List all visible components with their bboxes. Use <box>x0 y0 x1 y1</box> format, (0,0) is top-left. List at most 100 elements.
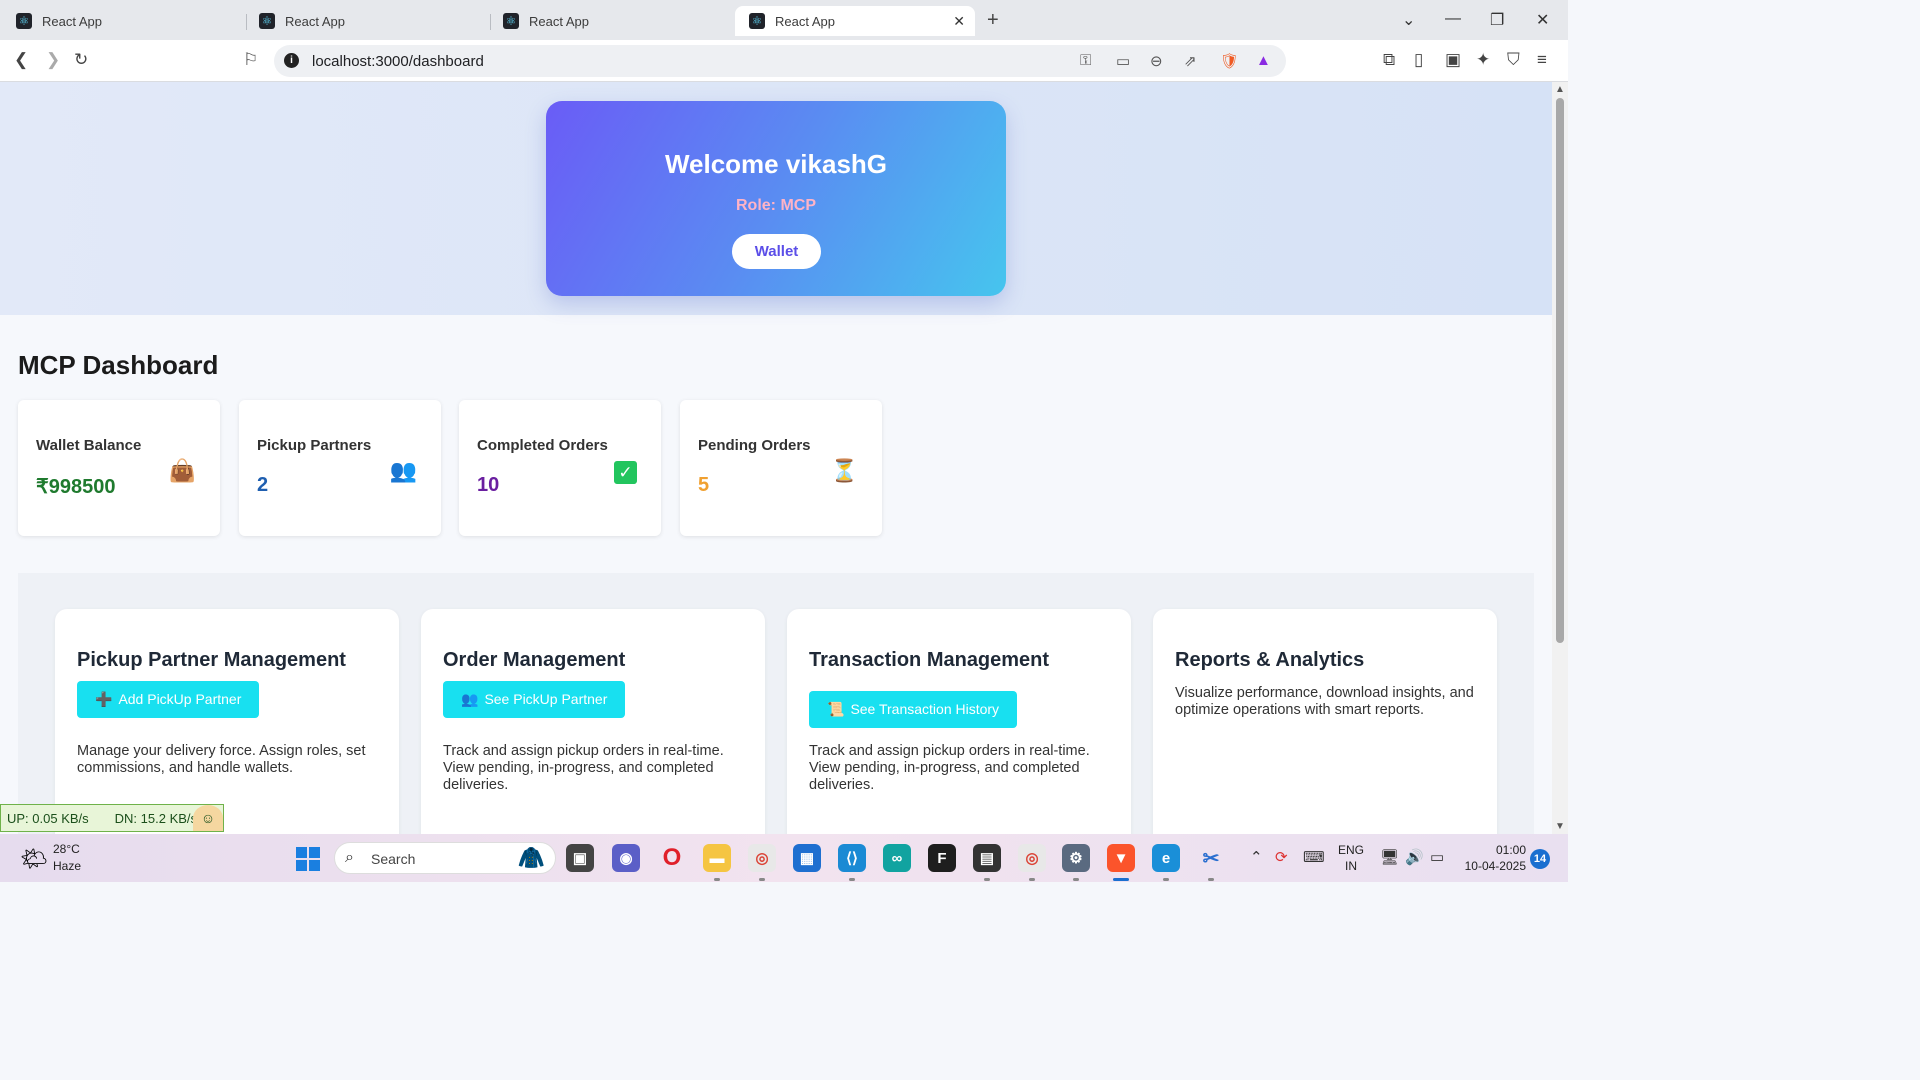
restore-button[interactable]: ❐ <box>1490 10 1504 30</box>
stat-label: Wallet Balance <box>36 437 142 454</box>
hero-banner: Welcome vikashG Role: MCP Wallet <box>0 82 1552 315</box>
hourglass-icon: ⏳ <box>830 458 858 483</box>
button-label: Add PickUp Partner <box>118 691 242 707</box>
role-label: Role: MCP <box>736 197 816 214</box>
react-logo-icon: ⚛ <box>503 13 519 29</box>
wallet-icon[interactable]: ▣ <box>1445 50 1461 70</box>
add-pickup-partner-button[interactable]: ➕ Add PickUp Partner <box>77 681 260 718</box>
stat-value: ₹998500 <box>36 476 116 498</box>
url-text[interactable]: localhost:3000/dashboard <box>312 53 484 70</box>
sync-icon[interactable]: ⟳ <box>1275 848 1288 866</box>
wallet-button[interactable]: Wallet <box>732 234 821 269</box>
reload-icon[interactable]: ↻ <box>74 50 88 70</box>
start-button[interactable] <box>296 847 320 871</box>
tab-title: React App <box>529 13 589 29</box>
card-description: Track and assign pickup orders in real-t… <box>443 743 724 793</box>
volume-icon[interactable]: 🔊 <box>1405 848 1424 866</box>
weather-condition[interactable]: Haze <box>53 859 81 873</box>
running-indicator <box>984 878 990 881</box>
extensions-icon[interactable]: ⧉ <box>1383 50 1395 70</box>
network-monitor-widget: UP: 0.05 KB/s DN: 15.2 KB/s ☺ <box>0 804 224 832</box>
language-indicator[interactable]: ENG IN <box>1338 842 1364 874</box>
card-title: Order Management <box>443 649 626 671</box>
chrome-icon[interactable]: ◎ <box>748 844 776 872</box>
card-description: Visualize performance, download insights… <box>1175 685 1474 718</box>
stat-value: 2 <box>257 474 269 496</box>
chevron-up-icon[interactable]: ⌃ <box>1250 848 1263 866</box>
weather-temperature[interactable]: 28°C <box>53 842 80 856</box>
edge-icon[interactable]: e <box>1152 844 1180 872</box>
browser-tab-strip: ⚛ React App ⚛ React App ⚛ React App ⚛ Re… <box>0 0 1568 40</box>
clock-time: 01:00 <box>1495 843 1526 857</box>
network-icon[interactable]: 🖥 <box>1380 848 1399 866</box>
browser-tab[interactable]: ⚛ React App <box>245 6 485 36</box>
react-logo-icon: ⚛ <box>16 13 32 29</box>
page-title: MCP Dashboard <box>18 350 219 380</box>
stat-label: Pending Orders <box>698 437 811 454</box>
key-icon[interactable]: ⚿ <box>1080 52 1091 69</box>
app-icon[interactable]: ▤ <box>973 844 1001 872</box>
weather-haze-icon[interactable]: 🌤 <box>20 846 48 872</box>
brave-icon[interactable]: ▼ <box>1107 844 1135 872</box>
share-icon[interactable]: ⇗ <box>1184 52 1197 70</box>
running-indicator <box>849 878 855 881</box>
vscode-icon[interactable]: ⟨⟩ <box>838 844 866 872</box>
react-logo-icon: ⚛ <box>259 13 275 29</box>
install-app-icon[interactable]: ▭ <box>1116 52 1130 70</box>
site-info-icon[interactable]: i <box>284 53 299 68</box>
close-tab-icon[interactable]: ✕ <box>953 13 965 30</box>
new-tab-button[interactable]: + <box>987 9 999 32</box>
see-pickup-partner-button[interactable]: 👥 See PickUp Partner <box>443 681 626 718</box>
card-description: Manage your delivery force. Assign roles… <box>77 743 366 776</box>
money-bag-icon: 👜 <box>168 458 196 483</box>
see-transaction-history-button[interactable]: 📜 See Transaction History <box>809 691 1018 728</box>
chrome-profile-icon[interactable]: ◎ <box>1018 844 1046 872</box>
file-explorer-icon[interactable]: ▬ <box>703 844 731 872</box>
microsoft-store-icon[interactable]: ▦ <box>793 844 821 872</box>
brave-rewards-icon[interactable]: ▲ <box>1256 52 1271 69</box>
figma-icon[interactable]: F <box>928 844 956 872</box>
browser-tab-active[interactable]: ⚛ React App ✕ <box>735 6 975 36</box>
browser-toolbar: ❮ ❯ ↻ ⚐ i localhost:3000/dashboard ⚿ ▭ ⊖… <box>0 40 1568 82</box>
zoom-icon[interactable]: ⊖ <box>1150 52 1163 70</box>
plus-icon: ➕ <box>95 691 113 707</box>
snipping-tool-icon[interactable]: ✂ <box>1197 844 1225 872</box>
back-icon[interactable]: ❮ <box>14 50 28 70</box>
taskbar-search[interactable]: ⌕ Search 🧥 <box>334 842 556 874</box>
forward-icon[interactable]: ❯ <box>46 50 60 70</box>
running-indicator <box>714 878 720 881</box>
minimize-button[interactable]: — <box>1445 10 1461 28</box>
menu-icon[interactable]: ≡ <box>1537 50 1547 70</box>
task-view-icon[interactable]: ▣ <box>566 844 594 872</box>
stat-card-pending-orders: Pending Orders 5 ⏳ <box>680 400 882 536</box>
close-window-button[interactable]: ✕ <box>1536 10 1549 30</box>
clock[interactable]: 01:00 10-04-2025 <box>1460 842 1526 874</box>
bookmark-icon[interactable]: ⚐ <box>243 50 258 70</box>
scroll-up-arrow-icon[interactable]: ▲ <box>1555 84 1565 95</box>
search-icon: ⌕ <box>345 849 354 866</box>
search-highlight-icon: 🧥 <box>517 845 545 870</box>
browser-tab[interactable]: ⚛ React App <box>489 6 729 36</box>
battery-icon[interactable]: ▭ <box>1430 848 1444 866</box>
tab-search-chevron-icon[interactable]: ⌄ <box>1402 10 1415 30</box>
leo-ai-icon[interactable]: ✦ <box>1476 50 1490 70</box>
scroll-down-arrow-icon[interactable]: ▼ <box>1555 821 1565 832</box>
keyboard-icon[interactable]: ⌨ <box>1303 848 1325 866</box>
brave-shields-icon[interactable]: 🛡 <box>1220 52 1239 70</box>
opera-icon[interactable]: O <box>658 844 686 872</box>
vertical-scrollbar[interactable]: ▲ ▼ <box>1552 82 1568 834</box>
running-indicator <box>1073 878 1079 881</box>
browser-tab[interactable]: ⚛ React App <box>2 6 242 36</box>
scrollbar-thumb[interactable] <box>1556 98 1564 643</box>
vpn-icon[interactable]: ⛉ <box>1507 50 1520 70</box>
notification-badge[interactable]: 14 <box>1530 849 1550 869</box>
settings-icon[interactable]: ⚙ <box>1062 844 1090 872</box>
address-bar[interactable]: i localhost:3000/dashboard ⚿ ▭ ⊖ ⇗ 🛡 ▲ <box>274 45 1286 77</box>
reports-analytics-card: Reports & Analytics Visualize performanc… <box>1153 609 1497 834</box>
arduino-icon[interactable]: ∞ <box>883 844 911 872</box>
teams-icon[interactable]: ◉ <box>612 844 640 872</box>
stat-card-pickup-partners: Pickup Partners 2 👥 <box>239 400 441 536</box>
check-mark-icon: ✓ <box>614 458 637 484</box>
sidebar-icon[interactable]: ▯ <box>1414 50 1423 70</box>
card-title: Reports & Analytics <box>1175 649 1365 671</box>
